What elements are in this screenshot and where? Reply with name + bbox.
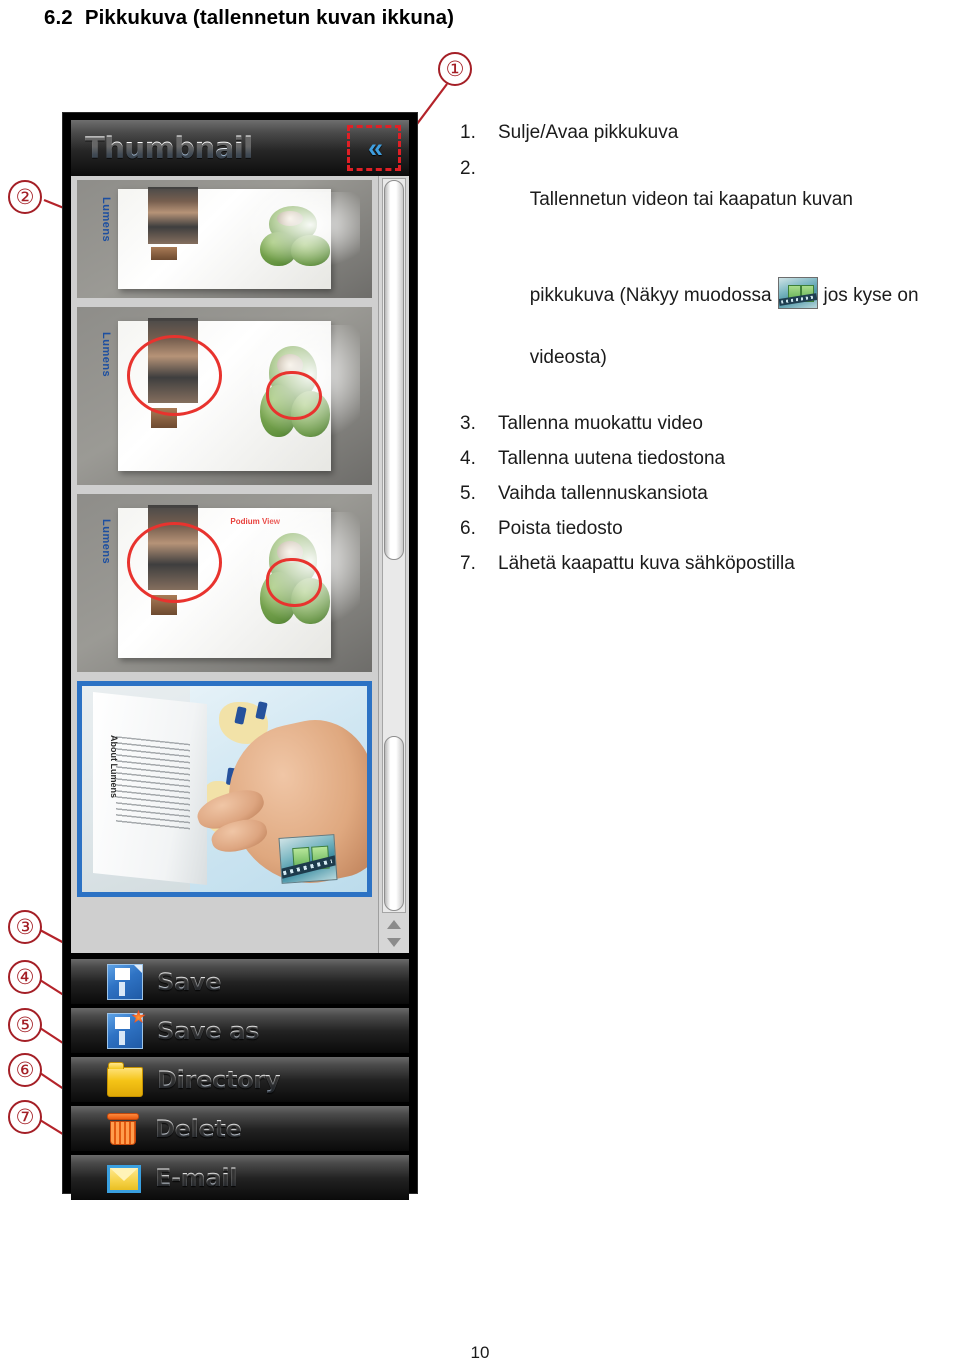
callout-marker-4: ④ [8,960,42,994]
thumbnail-list[interactable]: Lumens Lumens Lumens About Lumens [71,176,409,953]
save-button[interactable]: Save [71,959,409,1004]
annotation-circle [127,522,222,604]
legend-item-2-line1: Tallennetun videon tai kaapatun kuvan [529,189,853,210]
legend-list: 1. Sulje/Avaa pikkukuva 2. Tallennetun v… [460,118,952,584]
save-as-button[interactable]: Save as [71,1008,409,1053]
thumbnail-items: Lumens Lumens Lumens About Lumens [71,176,378,953]
legend-item-5: 5. Vaihda tallennuskansiota [460,479,952,509]
legend-item-2-text: Tallennetun videon tai kaapatun kuvan pi… [498,153,952,404]
envelope-icon [107,1165,141,1193]
thumbnail-3-brand-text: Lumens [100,518,113,565]
thumbnail-1-brand-text: Lumens [100,196,113,242]
callout-1-highlight-box [347,125,401,171]
page-title: 6.2 Pikkukuva (tallennetun kuvan ikkuna) [44,6,454,30]
callout-marker-1: ① [438,52,472,86]
legend-item-1-text: Sulje/Avaa pikkukuva [498,122,679,143]
legend-item-1: 1. Sulje/Avaa pikkukuva [460,118,952,148]
thumbnail-window: Thumbnail « Lumens Lumens Lumens About L… [62,112,418,1200]
triangle-up-icon[interactable] [387,919,401,929]
callout-marker-6: ⑥ [8,1053,42,1087]
thumbnail-window-title: Thumbnail [85,131,253,165]
scrollbar-track[interactable] [382,178,406,913]
floppy-disk-icon [107,963,143,1000]
annotation-circle [265,371,322,420]
action-button-list: Save Save as Directory Delete E-mail [71,959,409,1200]
thumbnail-titlebar: Thumbnail « [71,120,409,176]
legend-item-5-text: Vaihda tallennuskansiota [498,483,708,504]
legend-item-2: 2. Tallennetun videon tai kaapatun kuvan… [460,153,952,404]
thumbnail-image: About Lumens [82,686,367,892]
legend-item-4-text: Tallenna uutena tiedostona [498,448,726,469]
directory-button-label: Directory [157,1065,281,1094]
thumbnail-item-3[interactable]: Lumens Podium View [77,494,372,672]
legend-item-7-number: 7. [460,553,476,574]
save-button-label: Save [157,967,222,996]
thumbnail-4-caption-text: About Lumens [109,735,120,799]
directory-button[interactable]: Directory [71,1057,409,1102]
triangle-down-icon[interactable] [387,937,401,947]
legend-item-1-number: 1. [460,122,476,143]
legend-item-4: 4. Tallenna uutena tiedostona [460,444,952,474]
legend-item-5-number: 5. [460,483,476,504]
callout-marker-3: ③ [8,910,42,944]
annotation-circle [265,558,322,607]
legend-item-6-text: Poista tiedosto [498,518,623,539]
scrollbar-arrows [379,915,409,951]
email-button-label: E-mail [155,1163,238,1192]
scrollbar-thumb-lower[interactable] [384,736,404,911]
thumbnail-item-1[interactable]: Lumens [77,180,372,298]
folder-icon [107,1061,143,1097]
thumbnail-item-4-selected[interactable]: About Lumens [77,681,372,897]
trash-can-icon [107,1112,141,1147]
legend-item-6: 6. Poista tiedosto [460,514,952,544]
legend-item-2-line2: pikkukuva (Näkyy muodossa [529,285,772,306]
save-as-button-label: Save as [157,1016,260,1045]
scrollbar-thumb-upper[interactable] [384,180,404,560]
page-title-number: 6.2 [44,6,73,29]
thumbnail-item-2[interactable]: Lumens [77,307,372,485]
floppy-disk-star-icon [107,1009,146,1049]
thumbnail-image: Lumens [77,307,372,485]
legend-item-3-number: 3. [460,413,476,434]
thumbnail-image: Lumens [77,180,372,298]
thumbnail-2-brand-text: Lumens [100,331,113,378]
legend-item-6-number: 6. [460,518,476,539]
page-number: 10 [470,1343,490,1362]
video-filmstrip-icon [278,833,338,884]
callout-marker-2: ② [8,180,42,214]
thumbnail-image: Lumens Podium View [77,494,372,672]
legend-item-7-text: Lähetä kaapattu kuva sähköpostilla [498,553,795,574]
legend-item-2-line3: videosta) [529,347,607,368]
annotation-circle [127,335,222,417]
thumbnail-scrollbar[interactable] [378,176,409,953]
legend-item-4-number: 4. [460,448,476,469]
legend-item-2-number: 2. [460,158,476,179]
legend-item-3-text: Tallenna muokattu video [498,413,703,434]
legend-item-2-line2-tail: jos kyse on [823,285,919,306]
legend-item-3: 3. Tallenna muokattu video [460,409,952,439]
delete-button-label: Delete [155,1114,242,1143]
email-button[interactable]: E-mail [71,1155,409,1200]
page-title-text: Pikkukuva (tallennetun kuvan ikkuna) [84,6,455,29]
video-filmstrip-icon [777,277,818,309]
callout-marker-7: ⑦ [8,1100,42,1134]
legend-item-7: 7. Lähetä kaapattu kuva sähköpostilla [460,549,952,579]
callout-marker-5: ⑤ [8,1008,42,1042]
delete-button[interactable]: Delete [71,1106,409,1151]
